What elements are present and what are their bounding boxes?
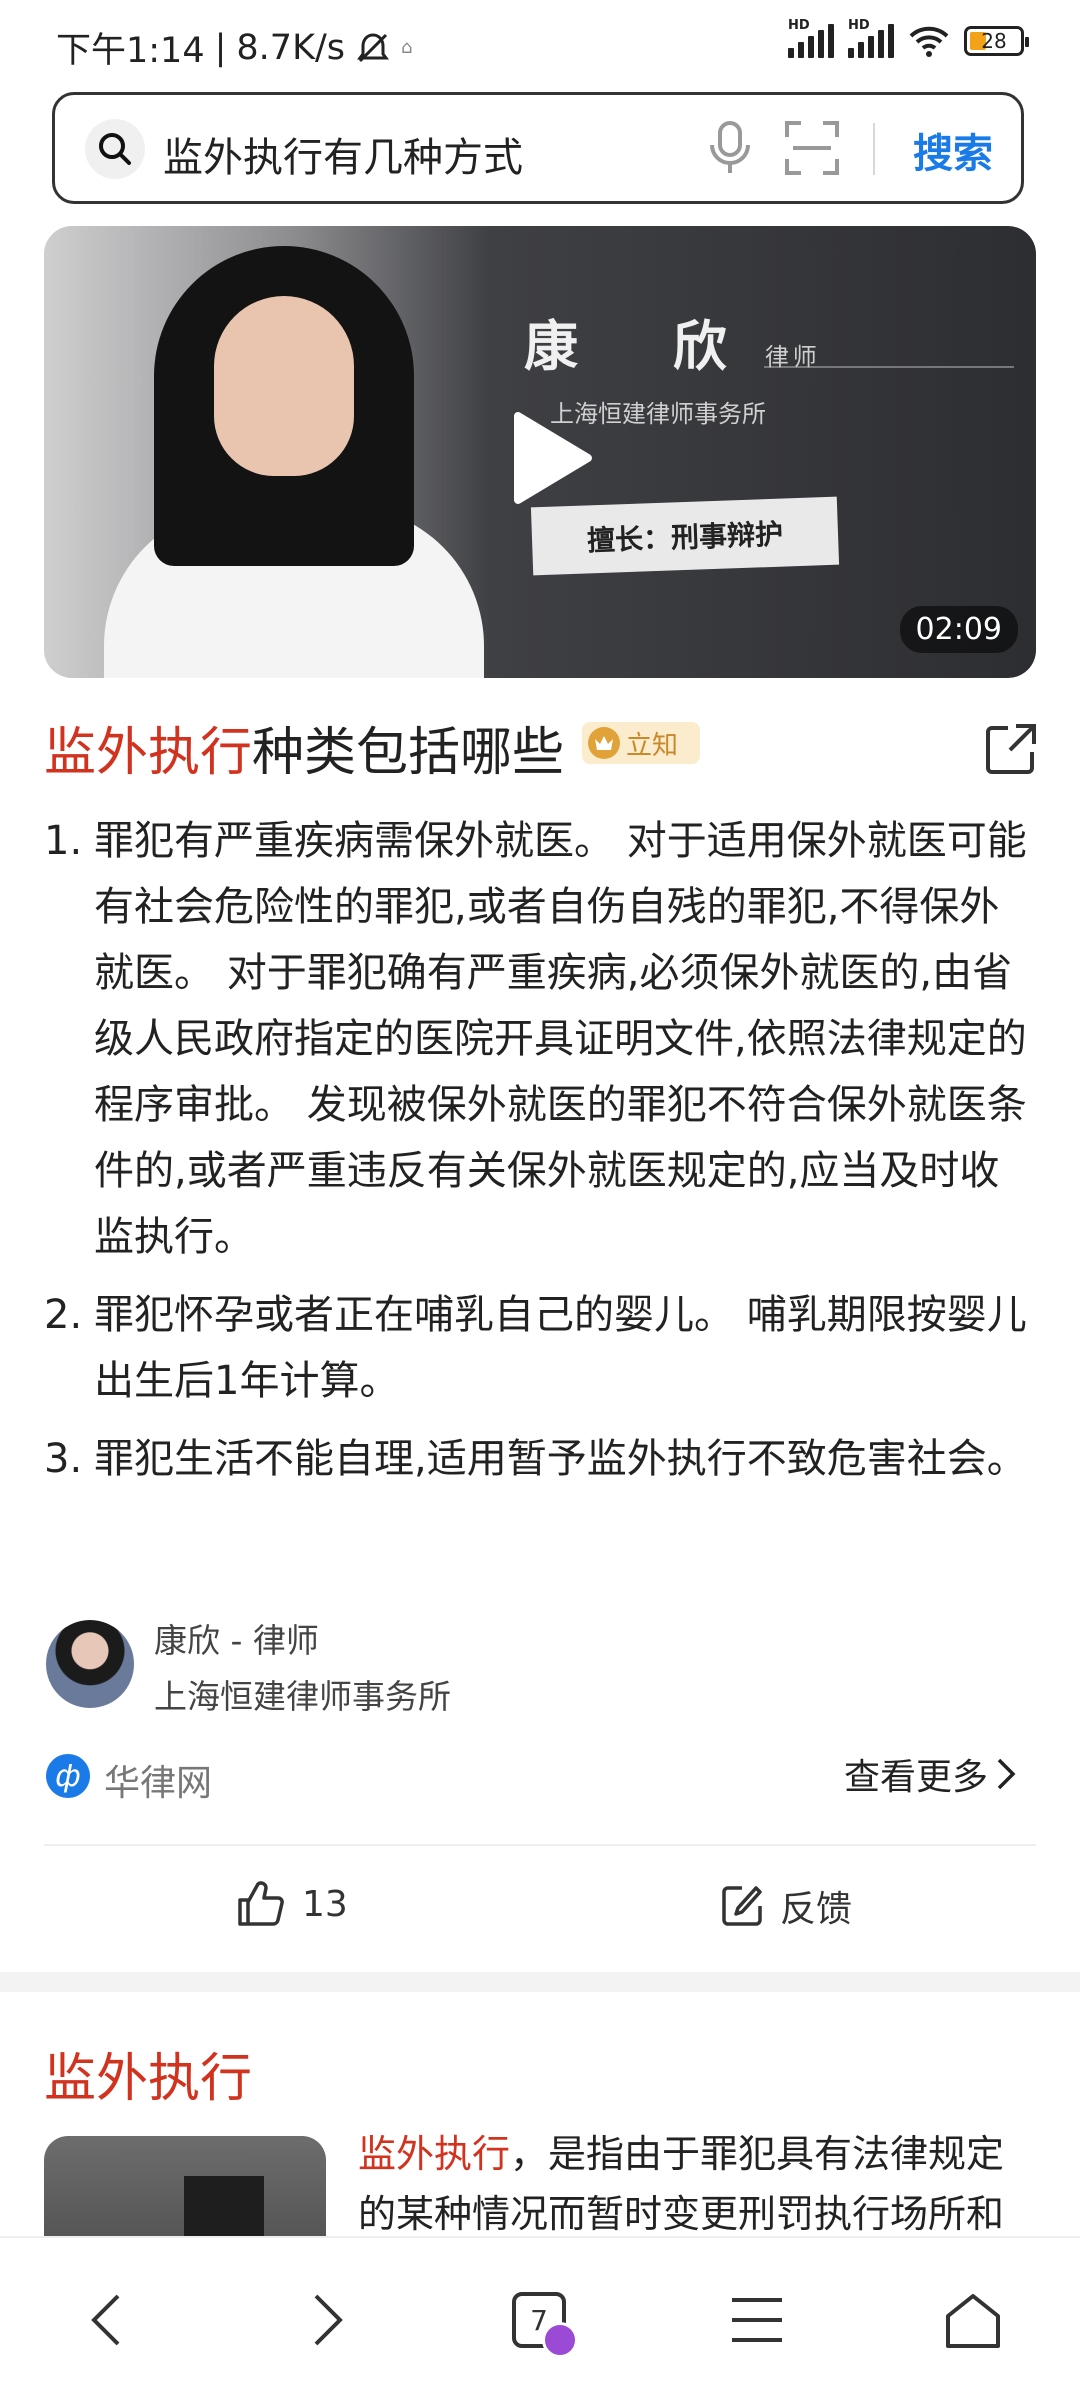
menu-icon[interactable] bbox=[730, 2292, 784, 2348]
play-icon[interactable] bbox=[506, 408, 596, 508]
signal-icon: HD bbox=[848, 18, 894, 58]
forward-icon[interactable] bbox=[310, 2292, 346, 2348]
signal-icon: HD bbox=[788, 18, 834, 58]
feedback-button[interactable]: 反馈 bbox=[720, 1880, 852, 1932]
video-lawyer-name: 康 欣律师 bbox=[524, 315, 821, 378]
author-firm: 上海恒建律师事务所 bbox=[154, 1677, 451, 1716]
bottom-nav: 7 bbox=[0, 2236, 1080, 2402]
answer-list: 1. 罪犯有严重疾病需保外就医。 对于适用保外就医可能有社会危险性的罪犯,或者自伤… bbox=[44, 808, 1036, 1504]
wifi-icon bbox=[909, 26, 949, 57]
incognito-dot-icon bbox=[542, 2322, 578, 2358]
share-icon[interactable] bbox=[984, 722, 1038, 776]
like-button[interactable]: 13 bbox=[236, 1880, 348, 1928]
search-icon bbox=[85, 119, 145, 179]
home-icon[interactable] bbox=[944, 2292, 1002, 2350]
video-specialty: 擅长：刑事辩护 bbox=[530, 496, 840, 576]
status-time: 下午1:14 bbox=[56, 31, 205, 71]
list-item: 2. 罪犯怀孕或者正在哺乳自己的婴儿。 哺乳期限按婴儿出生后1年计算。 bbox=[44, 1292, 1027, 1404]
chevron-right-icon bbox=[997, 1758, 1016, 1790]
list-item: 1. 罪犯有严重疾病需保外就医。 对于适用保外就医可能有社会危险性的罪犯,或者自伤… bbox=[44, 818, 1027, 1260]
microphone-icon[interactable] bbox=[705, 117, 755, 177]
answer-title[interactable]: 监外执行种类包括哪些 bbox=[44, 710, 564, 785]
section-title[interactable]: 监外执行 bbox=[44, 2036, 252, 2111]
view-more-link[interactable]: 查看更多 bbox=[844, 1748, 1016, 1800]
network-speed: 8.7K/s bbox=[236, 27, 346, 68]
lizhi-badge: 立知 bbox=[582, 722, 700, 764]
section-description[interactable]: 监外执行，是指由于罪犯具有法律规定的某种情况而暂时变更刑罚执行场所和 bbox=[358, 2124, 1038, 2244]
video-player[interactable]: 康 欣律师 上海恒建律师事务所 擅长：刑事辩护 02:09 bbox=[44, 226, 1036, 678]
scan-icon[interactable] bbox=[783, 119, 841, 177]
list-item: 3. 罪犯生活不能自理,适用暂予监外执行不致危害社会。 bbox=[44, 1436, 1027, 1482]
divider bbox=[873, 123, 875, 175]
search-button[interactable]: 搜索 bbox=[913, 121, 993, 179]
search-input[interactable]: 监外执行有几种方式 bbox=[163, 125, 523, 183]
divider bbox=[44, 1844, 1036, 1846]
search-bar[interactable]: 监外执行有几种方式 搜索 bbox=[52, 92, 1024, 204]
source-logo-icon: ф bbox=[46, 1754, 90, 1798]
crown-icon bbox=[588, 727, 620, 759]
status-left: 下午1:14 | 8.7K/s ⌂ bbox=[56, 22, 412, 73]
author-name[interactable]: 康欣 - 律师 bbox=[154, 1614, 319, 1662]
source-name[interactable]: 华律网 bbox=[104, 1754, 212, 1806]
avatar[interactable] bbox=[46, 1620, 134, 1708]
status-right: HD HD 28 bbox=[788, 18, 1029, 58]
section-gap bbox=[0, 1972, 1080, 1992]
battery-icon: 28 bbox=[964, 26, 1029, 56]
status-bar: 下午1:14 | 8.7K/s ⌂ HD HD 28 bbox=[0, 0, 1080, 96]
video-duration: 02:09 bbox=[899, 606, 1018, 653]
edit-icon bbox=[722, 1886, 762, 1926]
back-icon[interactable] bbox=[88, 2292, 124, 2348]
tabs-button[interactable]: 7 bbox=[512, 2292, 578, 2358]
mute-bell-icon bbox=[357, 32, 390, 62]
small-dot-icon: ⌂ bbox=[401, 37, 413, 58]
thumbs-up-icon bbox=[238, 1881, 284, 1926]
